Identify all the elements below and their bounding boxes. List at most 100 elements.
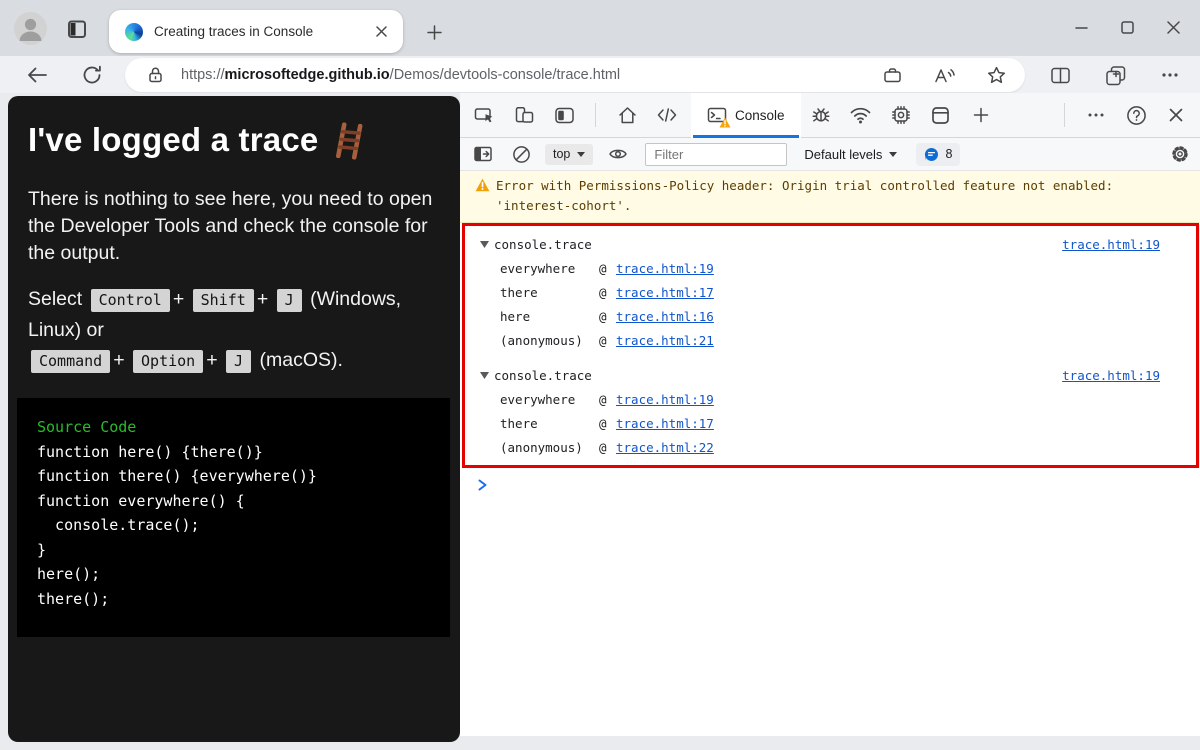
back-button[interactable] (23, 61, 51, 89)
source-location-link[interactable]: trace.html:19 (1062, 368, 1160, 383)
lock-icon (147, 66, 164, 84)
frame-source-link[interactable]: trace.html:19 (616, 261, 714, 276)
warning-triangle-icon (475, 178, 490, 192)
disclosure-triangle-icon[interactable] (480, 241, 489, 248)
tab-application-icon[interactable] (921, 93, 961, 137)
device-emulation-icon[interactable] (504, 93, 544, 137)
context-selector-value: top (553, 147, 570, 161)
key-shift: Shift (193, 289, 254, 312)
more-menu-icon[interactable] (1156, 61, 1184, 89)
source-code-title: Source Code (37, 415, 450, 440)
trace-label: console.trace (494, 237, 592, 252)
edge-favicon (125, 23, 143, 41)
filter-input[interactable] (645, 143, 787, 166)
warning-line-2: 'interest-cohort'. (496, 196, 1190, 216)
focus-mode-icon[interactable] (544, 93, 584, 137)
intro-text: There is nothing to see here, you need t… (28, 186, 443, 267)
read-aloud-icon[interactable] (931, 63, 957, 87)
url-text: https://microsoftedge.github.io/Demos/de… (181, 67, 853, 83)
address-bar[interactable]: https://microsoftedge.github.io/Demos/de… (125, 58, 1025, 92)
frame-source-link[interactable]: trace.html:21 (616, 333, 714, 348)
console-sidebar-icon[interactable] (464, 138, 502, 170)
toolbar-divider (1064, 103, 1065, 127)
tab-console[interactable]: Console (691, 93, 801, 138)
split-screen-icon[interactable] (1046, 61, 1074, 89)
tab-title: Creating traces in Console (154, 24, 371, 39)
maximize-button[interactable] (1104, 0, 1150, 54)
browser-window: Creating traces in Console (0, 0, 1200, 750)
frame-source-link[interactable]: trace.html:17 (616, 285, 714, 300)
console-settings-gear-icon[interactable] (1170, 144, 1190, 164)
console-prompt-icon (478, 479, 488, 491)
stack-frame: here @ trace.html:16 (465, 304, 1196, 328)
toolbar-divider (595, 103, 596, 127)
tab-close-icon[interactable] (371, 22, 391, 42)
trace-group-header[interactable]: console.trace trace.html:19 (465, 232, 1196, 256)
inspect-element-icon[interactable] (464, 93, 504, 137)
new-tab-button[interactable] (420, 18, 448, 46)
demo-page: I've logged a trace There is nothing to … (8, 96, 460, 742)
trace-group-header[interactable]: console.trace trace.html:19 (465, 363, 1196, 387)
code-line: function there() {everywhere()} (37, 464, 450, 489)
stack-frame: there @ trace.html:17 (465, 280, 1196, 304)
tab-elements-icon[interactable] (647, 93, 687, 137)
collections-icon[interactable] (1101, 61, 1129, 89)
window-bottom-edge (0, 743, 1200, 750)
console-toolbar: top Default levels 8 (460, 138, 1200, 171)
refresh-button[interactable] (78, 61, 106, 89)
issues-counter[interactable]: 8 (916, 143, 960, 166)
key-option: Option (133, 350, 203, 373)
more-tabs-icon[interactable] (961, 93, 1001, 137)
stack-frame: (anonymous) @ trace.html:21 (465, 328, 1196, 352)
devtools-close-icon[interactable] (1156, 93, 1196, 137)
console-prompt[interactable] (460, 468, 1200, 491)
live-expression-eye-icon[interactable] (599, 138, 637, 170)
tab-actions-icon[interactable] (66, 18, 88, 40)
code-line: } (37, 538, 450, 563)
console-output: console.trace trace.html:19 everywhere @… (460, 223, 1200, 491)
source-code-block: Source Code function here() {there()} fu… (17, 398, 450, 637)
devtools-tab-bar: Console (460, 93, 1200, 138)
url-scheme: https:// (181, 67, 225, 83)
minimize-button[interactable] (1058, 0, 1104, 54)
url-domain: microsoftedge.github.io (225, 67, 390, 83)
tab-performance-icon[interactable] (881, 93, 921, 137)
favorite-star-icon[interactable] (983, 63, 1009, 87)
key-control: Control (91, 289, 170, 312)
devtools-more-icon[interactable] (1076, 93, 1116, 137)
tab-welcome-icon[interactable] (607, 93, 647, 137)
page-title: I've logged a trace (28, 121, 440, 159)
devtools-help-icon[interactable] (1116, 93, 1156, 137)
code-line: there(); (37, 587, 450, 612)
profile-avatar[interactable] (14, 12, 47, 45)
key-command: Command (31, 350, 110, 373)
tab-debugger-icon[interactable] (801, 93, 841, 137)
code-line: here(); (37, 562, 450, 587)
clear-console-icon[interactable] (502, 138, 540, 170)
highlight-red-box: console.trace trace.html:19 everywhere @… (462, 223, 1199, 468)
context-selector[interactable]: top (545, 144, 593, 165)
console-trace-group: console.trace trace.html:19 everywhere @… (465, 361, 1196, 461)
issues-count: 8 (945, 147, 952, 161)
shortcut-text: Select Control+ Shift+ J (Windows, Linux… (28, 284, 454, 376)
console-trace-group: console.trace trace.html:19 everywhere @… (465, 230, 1196, 354)
disclosure-triangle-icon[interactable] (480, 372, 489, 379)
code-line: console.trace(); (37, 513, 450, 538)
chevron-down-icon (577, 152, 585, 157)
stack-frame: everywhere @ trace.html:19 (465, 387, 1196, 411)
code-line: function everywhere() { (37, 489, 450, 514)
issues-bubble-icon (924, 147, 939, 162)
close-window-button[interactable] (1150, 0, 1196, 54)
frame-source-link[interactable]: trace.html:17 (616, 416, 714, 431)
frame-source-link[interactable]: trace.html:22 (616, 440, 714, 455)
console-warning-message: Error with Permissions-Policy header: Or… (460, 171, 1200, 223)
tab-network-icon[interactable] (841, 93, 881, 137)
window-controls (1058, 0, 1196, 54)
frame-source-link[interactable]: trace.html:19 (616, 392, 714, 407)
source-location-link[interactable]: trace.html:19 (1062, 237, 1160, 252)
browser-tab[interactable]: Creating traces in Console (109, 10, 403, 53)
frame-source-link[interactable]: trace.html:16 (616, 309, 714, 324)
console-tab-label: Console (735, 108, 785, 123)
log-levels-dropdown[interactable]: Default levels (804, 147, 897, 162)
briefcase-icon[interactable] (879, 63, 905, 87)
